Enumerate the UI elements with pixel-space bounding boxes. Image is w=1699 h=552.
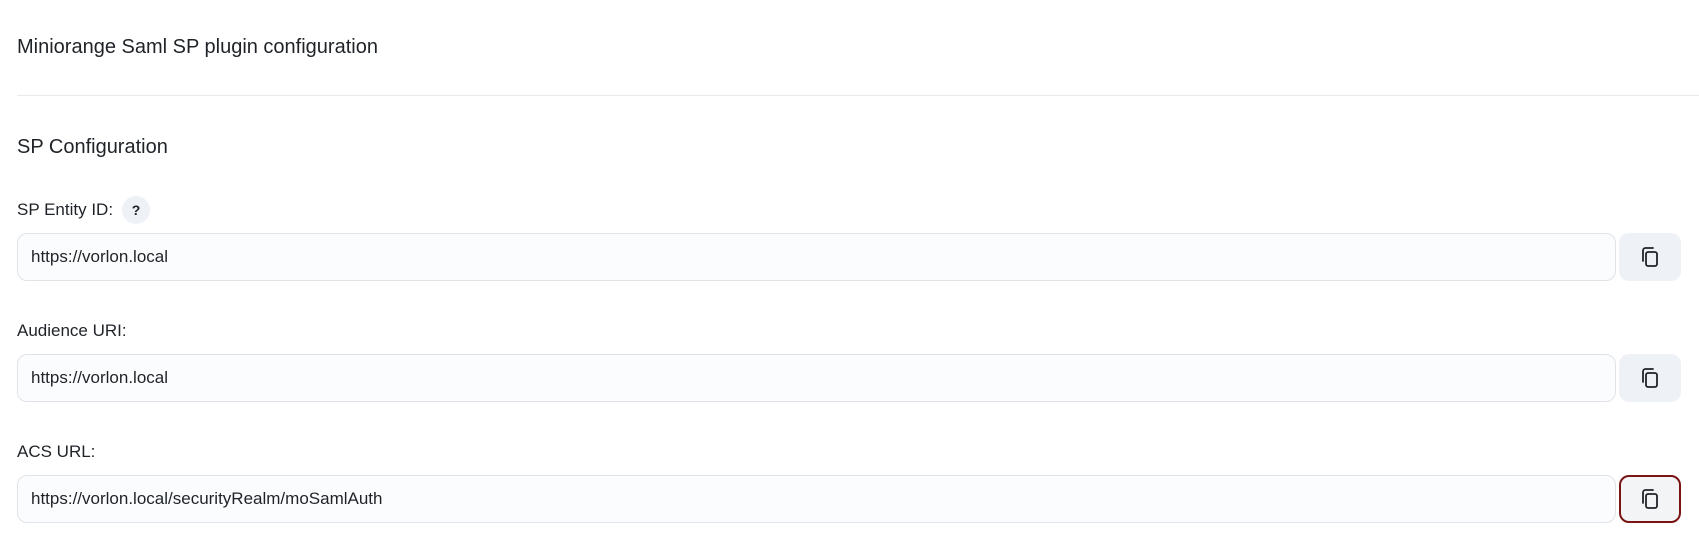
section-title: SP Configuration <box>17 136 168 158</box>
audience-uri-field[interactable] <box>17 354 1616 402</box>
page-title: Miniorange Saml SP plugin configuration <box>17 36 378 58</box>
help-icon[interactable]: ? <box>122 196 151 224</box>
copy-icon <box>1642 247 1658 267</box>
copy-icon <box>1642 368 1658 388</box>
sp-entity-id-label: SP Entity ID: <box>17 200 114 219</box>
sp-entity-id-field[interactable] <box>17 233 1616 281</box>
copy-icon <box>1642 489 1658 509</box>
copy-sp-entity-id-button[interactable] <box>1619 233 1681 281</box>
acs-url-field[interactable] <box>17 475 1616 523</box>
acs-url-label: ACS URL: <box>17 442 96 461</box>
copy-acs-url-button[interactable] <box>1619 475 1681 523</box>
header-divider <box>17 95 1699 96</box>
audience-uri-label: Audience URI: <box>17 321 127 340</box>
audience-uri-label-row: Audience URI: <box>17 320 127 342</box>
acs-url-label-row: ACS URL: <box>17 441 95 463</box>
sp-entity-id-label-row: SP Entity ID: ? <box>17 196 151 224</box>
copy-audience-uri-button[interactable] <box>1619 354 1681 402</box>
